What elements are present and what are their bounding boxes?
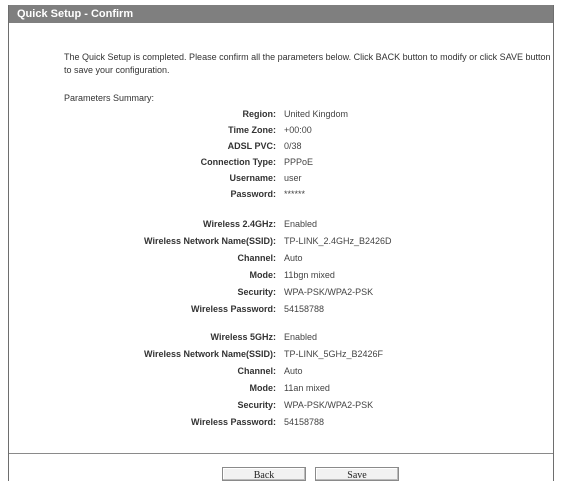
- save-button[interactable]: Save: [315, 467, 399, 481]
- param-label: Wireless Network Name(SSID):: [144, 349, 276, 359]
- param-value: PPPoE: [284, 157, 314, 167]
- param-row-connection-type: Connection Type: PPPoE: [9, 154, 555, 170]
- param-label: Security:: [237, 400, 276, 410]
- param-value: TP-LINK_2.4GHz_B2426D: [284, 236, 392, 246]
- param-value: 11an mixed: [284, 383, 330, 393]
- param-value: +00:00: [284, 125, 312, 135]
- param-label: Wireless Password:: [191, 304, 276, 314]
- param-row-channel-24ghz: Channel: Auto: [9, 250, 555, 266]
- param-label: Wireless 2.4GHz:: [203, 219, 276, 229]
- param-label: Wireless 5GHz:: [210, 332, 276, 342]
- param-value: WPA-PSK/WPA2-PSK: [284, 400, 374, 410]
- param-row-region: Region: United Kingdom: [9, 106, 555, 122]
- back-button[interactable]: Back: [222, 467, 306, 481]
- param-value: ******: [284, 189, 306, 199]
- param-row-mode-5ghz: Mode: 11an mixed: [9, 380, 555, 396]
- divider: [9, 453, 553, 454]
- panel-title: Quick Setup - Confirm: [9, 5, 553, 23]
- param-row-ssid-5ghz: Wireless Network Name(SSID): TP-LINK_5GH…: [9, 346, 555, 362]
- intro-text: The Quick Setup is completed. Please con…: [64, 52, 551, 75]
- quick-setup-confirm-panel: Quick Setup - Confirm The Quick Setup is…: [8, 5, 554, 481]
- param-label: Time Zone:: [228, 125, 276, 135]
- param-value: 54158788: [284, 417, 325, 427]
- param-label: Username:: [229, 173, 276, 183]
- param-label: Password:: [230, 189, 276, 199]
- param-label: Wireless Password:: [191, 417, 276, 427]
- param-value: WPA-PSK/WPA2-PSK: [284, 287, 374, 297]
- param-row-time-zone: Time Zone: +00:00: [9, 122, 555, 138]
- param-row-username: Username: user: [9, 170, 555, 186]
- param-label: ADSL PVC:: [227, 141, 276, 151]
- param-row-password: Password: ******: [9, 186, 555, 202]
- param-value: Auto: [284, 253, 303, 263]
- param-label: Channel:: [237, 366, 276, 376]
- param-value: Enabled: [284, 332, 318, 342]
- param-label: Security:: [237, 287, 276, 297]
- param-label: Connection Type:: [200, 157, 276, 167]
- param-value: 54158788: [284, 304, 325, 314]
- param-row-security-24ghz: Security: WPA-PSK/WPA2-PSK: [9, 284, 555, 300]
- param-row-ssid-24ghz: Wireless Network Name(SSID): TP-LINK_2.4…: [9, 233, 555, 249]
- parameters-summary-label: Parameters Summary:: [64, 93, 155, 103]
- param-label: Channel:: [237, 253, 276, 263]
- param-label: Mode:: [249, 270, 277, 280]
- param-value: Auto: [284, 366, 303, 376]
- param-row-wireless-5ghz: Wireless 5GHz: Enabled: [9, 329, 555, 345]
- param-value: 0/38: [284, 141, 302, 151]
- param-row-wireless-24ghz: Wireless 2.4GHz: Enabled: [9, 216, 555, 232]
- param-label: Mode:: [249, 383, 277, 393]
- param-row-mode-24ghz: Mode: 11bgn mixed: [9, 267, 555, 283]
- param-row-wireless-password-24ghz: Wireless Password: 54158788: [9, 301, 555, 317]
- param-label: Wireless Network Name(SSID):: [144, 236, 276, 246]
- param-row-channel-5ghz: Channel: Auto: [9, 363, 555, 379]
- param-value: Enabled: [284, 219, 318, 229]
- param-value: United Kingdom: [284, 109, 349, 119]
- param-row-adsl-pvc: ADSL PVC: 0/38: [9, 138, 555, 154]
- param-label: Region:: [242, 109, 277, 119]
- param-value: TP-LINK_5GHz_B2426F: [284, 349, 384, 359]
- param-value: user: [284, 173, 302, 183]
- param-row-security-5ghz: Security: WPA-PSK/WPA2-PSK: [9, 397, 555, 413]
- param-value: 11bgn mixed: [284, 270, 335, 280]
- param-row-wireless-password-5ghz: Wireless Password: 54158788: [9, 414, 555, 430]
